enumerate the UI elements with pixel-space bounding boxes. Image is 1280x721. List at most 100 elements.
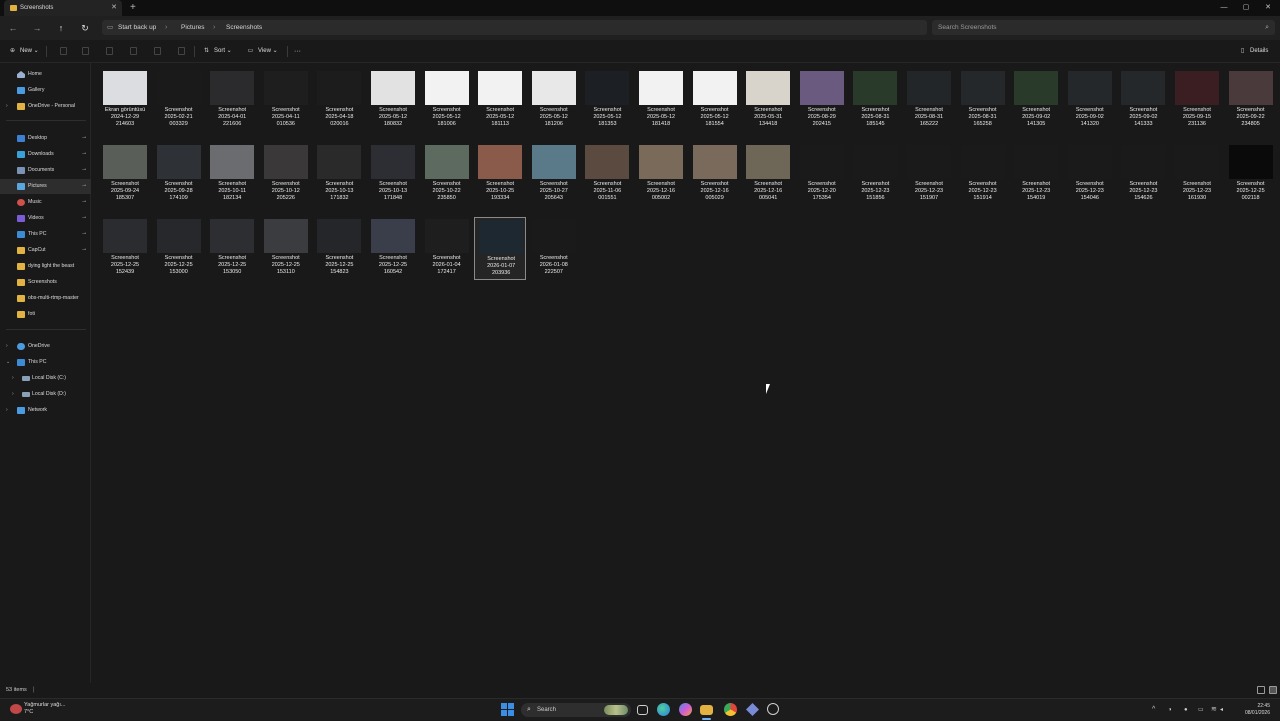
pin-icon[interactable]: ⊸ xyxy=(82,195,86,210)
up-button[interactable]: ↑ xyxy=(54,21,68,35)
wifi-icon[interactable]: ≋ xyxy=(1211,699,1217,721)
chrome-icon[interactable] xyxy=(724,703,737,716)
forward-button[interactable]: → xyxy=(30,21,44,35)
details-view-icon[interactable] xyxy=(1257,686,1265,694)
file-tile[interactable]: Screenshot 2025-12-23 154019 xyxy=(1010,143,1062,206)
sidebar-item-downloads[interactable]: Downloads ⊸ xyxy=(0,147,91,162)
sidebar-item-dying-light-the-beast[interactable]: dying light the beast xyxy=(0,259,91,274)
file-tile[interactable]: Screenshot 2025-10-13 171832 xyxy=(313,143,365,206)
sidebar-item-local-disk-d[interactable]: › Local Disk (D:) xyxy=(0,387,91,402)
sidebar-item-home[interactable]: Home xyxy=(0,67,91,82)
file-tile[interactable]: Screenshot 2025-10-27 205643 xyxy=(528,143,580,206)
address-bar[interactable]: ▭ Start back up › Pictures › Screenshots xyxy=(102,20,927,35)
vpn-icon[interactable] xyxy=(746,703,759,716)
file-tile[interactable]: Screenshot 2025-05-31 134418 xyxy=(742,69,794,132)
sidebar-item-onedrive-personal[interactable]: › OneDrive - Personal xyxy=(0,99,91,114)
breadcrumb-screenshots[interactable]: Screenshots xyxy=(226,20,262,35)
file-tile[interactable]: Screenshot 2025-12-25 152439 xyxy=(99,217,151,280)
copilot-icon[interactable] xyxy=(679,703,692,716)
start-icon[interactable] xyxy=(501,703,514,716)
file-tile[interactable]: Screenshot 2025-10-13 171848 xyxy=(367,143,419,206)
file-tile[interactable]: Screenshot 2026-01-07 203936 xyxy=(474,217,527,280)
file-tile[interactable]: Screenshot 2025-12-23 154046 xyxy=(1064,143,1116,206)
obs-icon[interactable] xyxy=(767,703,779,715)
pin-icon[interactable]: ⊸ xyxy=(82,147,86,162)
sidebar-item-local-disk-c[interactable]: › Local Disk (C:) xyxy=(0,371,91,386)
sidebar-item-capcut[interactable]: CapCut ⊸ xyxy=(0,243,91,258)
file-tile[interactable]: Screenshot 2025-10-12 205226 xyxy=(260,143,312,206)
more-options-button[interactable]: ··· xyxy=(294,44,301,59)
sidebar-item-onedrive[interactable]: › OneDrive xyxy=(0,339,91,354)
file-tile[interactable]: Screenshot 2025-12-25 153000 xyxy=(153,217,205,280)
pin-icon[interactable]: ⊸ xyxy=(82,211,86,226)
file-tile[interactable]: Screenshot 2025-12-20 175354 xyxy=(796,143,848,206)
file-tile[interactable]: Screenshot 2025-12-16 005041 xyxy=(742,143,794,206)
file-tile[interactable]: Screenshot 2025-08-31 165258 xyxy=(957,69,1009,132)
file-tile[interactable]: Screenshot 2025-12-23 151856 xyxy=(849,143,901,206)
rename-icon[interactable] xyxy=(130,47,137,55)
sidebar-item-this-pc[interactable]: ⌄ This PC xyxy=(0,355,91,370)
sidebar-item-screenshots[interactable]: Screenshots xyxy=(0,275,91,290)
file-tile[interactable]: Screenshot 2025-10-25 193334 xyxy=(474,143,526,206)
file-tile[interactable]: Screenshot 2025-09-02 141333 xyxy=(1117,69,1169,132)
file-tile[interactable]: Screenshot 2025-05-12 181353 xyxy=(581,69,633,132)
taskbar-search[interactable]: ⌕ Search xyxy=(521,703,631,717)
file-tile[interactable]: Screenshot 2025-11-06 001551 xyxy=(581,143,633,206)
file-tile[interactable]: Screenshot 2025-12-25 160542 xyxy=(367,217,419,280)
close-window-button[interactable]: ✕ xyxy=(1258,0,1278,16)
new-tab-button[interactable]: + xyxy=(130,0,136,16)
new-button[interactable]: ⊕ New ⌄ xyxy=(8,44,39,59)
pin-icon[interactable]: ⊸ xyxy=(82,131,86,146)
copy-icon[interactable] xyxy=(82,47,89,55)
chevron-down-icon[interactable]: ⌄ xyxy=(6,355,10,370)
pin-icon[interactable]: ⊸ xyxy=(82,227,86,242)
file-tile[interactable]: Screenshot 2025-12-25 153110 xyxy=(260,217,312,280)
file-tile[interactable]: Screenshot 2025-05-12 181206 xyxy=(528,69,580,132)
chevron-right-icon[interactable]: › xyxy=(6,403,8,418)
file-tile[interactable]: Screenshot 2025-04-18 020016 xyxy=(313,69,365,132)
file-tile[interactable]: Screenshot 2025-10-22 235850 xyxy=(421,143,473,206)
file-tile[interactable]: Screenshot 2025-09-22 234805 xyxy=(1225,69,1277,132)
breadcrumb-start-back-up[interactable]: Start back up xyxy=(118,20,156,35)
minimize-button[interactable]: — xyxy=(1214,0,1234,16)
file-tile[interactable]: Screenshot 2025-12-25 154823 xyxy=(313,217,365,280)
file-tile[interactable]: Screenshot 2025-12-23 151907 xyxy=(903,143,955,206)
file-tile[interactable]: Screenshot 2025-04-11 010536 xyxy=(260,69,312,132)
speaker-icon[interactable]: ◂ xyxy=(1220,699,1223,721)
paste-icon[interactable] xyxy=(106,47,113,55)
taskbar-clock[interactable]: 22:45 08/01/2026 xyxy=(1224,703,1270,717)
breadcrumb-pictures[interactable]: Pictures xyxy=(181,20,204,35)
sidebar-item-pictures[interactable]: Pictures ⊸ xyxy=(0,179,91,194)
chevron-right-icon[interactable]: › xyxy=(12,387,14,402)
share-icon[interactable] xyxy=(154,47,161,55)
large-icons-view-icon[interactable] xyxy=(1269,686,1277,694)
file-tile[interactable]: Screenshot 2025-02-21 003329 xyxy=(153,69,205,132)
back-button[interactable]: ← xyxy=(6,21,20,35)
file-explorer-icon[interactable] xyxy=(700,705,713,715)
tray-overflow-chevron-icon[interactable]: ^ xyxy=(1152,699,1155,721)
sidebar-item-foti[interactable]: foti xyxy=(0,307,91,322)
details-button[interactable]: ▯ Details xyxy=(1238,44,1269,59)
sort-button[interactable]: ⇅ Sort ⌄ xyxy=(202,44,232,59)
view-button[interactable]: ▭ View ⌄ xyxy=(246,44,278,59)
file-tile[interactable]: Screenshot 2025-05-12 181554 xyxy=(689,69,741,132)
sidebar-item-videos[interactable]: Videos ⊸ xyxy=(0,211,91,226)
file-tile[interactable]: Screenshot 2025-12-25 153050 xyxy=(206,217,258,280)
chevron-right-icon[interactable]: › xyxy=(6,99,8,114)
maximize-button[interactable]: ▢ xyxy=(1236,0,1256,16)
display-icon[interactable]: ▭ xyxy=(1198,699,1204,721)
file-tile[interactable]: Screenshot 2025-09-24 185307 xyxy=(99,143,151,206)
cut-icon[interactable] xyxy=(60,47,67,55)
sidebar-item-this-pc-pinned[interactable]: This PC ⊸ xyxy=(0,227,91,242)
refresh-button[interactable]: ↻ xyxy=(78,21,92,35)
chevron-right-icon[interactable]: › xyxy=(12,371,14,386)
file-tile[interactable]: Screenshot 2025-05-12 181418 xyxy=(635,69,687,132)
file-tile[interactable]: Screenshot 2025-10-11 182134 xyxy=(206,143,258,206)
sidebar-item-music[interactable]: Music ⊸ xyxy=(0,195,91,210)
pin-icon[interactable]: ⊸ xyxy=(82,163,86,178)
file-tile[interactable]: Screenshot 2025-09-28 174109 xyxy=(153,143,205,206)
file-tile[interactable]: Screenshot 2025-09-15 231136 xyxy=(1171,69,1223,132)
file-tile[interactable]: Screenshot 2025-09-02 141305 xyxy=(1010,69,1062,132)
close-tab-icon[interactable]: ✕ xyxy=(111,0,117,16)
file-tile[interactable]: Screenshot 2025-12-23 154626 xyxy=(1117,143,1169,206)
